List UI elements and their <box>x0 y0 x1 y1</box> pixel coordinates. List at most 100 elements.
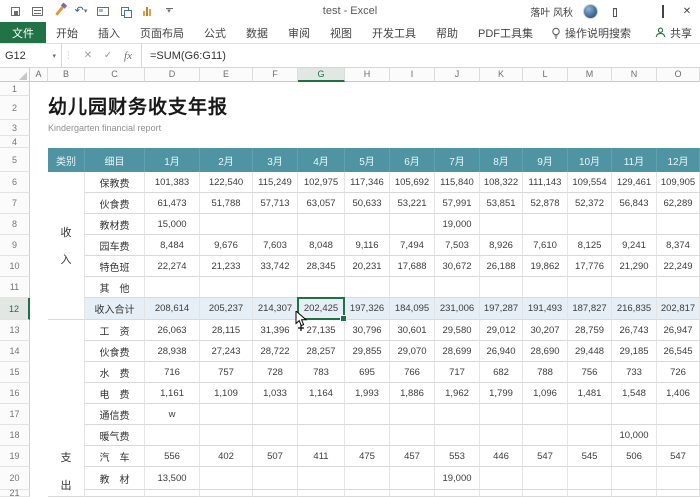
row-header-11[interactable]: 11 <box>0 277 30 298</box>
data-cell[interactable]: 197,287 <box>480 298 523 320</box>
data-cell[interactable] <box>145 490 200 497</box>
data-cell[interactable]: 733 <box>612 362 657 383</box>
table-view-icon[interactable] <box>28 3 46 19</box>
category-cell-expense[interactable]: 支出 <box>48 320 85 497</box>
insert-function-icon[interactable]: fx <box>119 50 137 62</box>
data-cell[interactable] <box>657 490 700 497</box>
data-cell[interactable]: 21,233 <box>200 256 253 277</box>
data-cell[interactable]: 29,855 <box>345 341 390 362</box>
undo-icon[interactable]: ↶ ▾ <box>72 3 90 19</box>
data-cell[interactable]: 214,307 <box>253 298 298 320</box>
data-cell[interactable]: 1,799 <box>480 383 523 404</box>
data-cell[interactable] <box>568 404 612 425</box>
data-cell[interactable]: 556 <box>145 446 200 467</box>
data-cell[interactable]: 553 <box>435 446 480 467</box>
data-cell[interactable]: 19,000 <box>435 467 480 490</box>
data-cell[interactable]: 7,610 <box>523 235 568 256</box>
data-cell[interactable] <box>345 214 390 235</box>
name-box-caret-icon[interactable]: ▾ <box>52 52 56 60</box>
data-cell[interactable] <box>523 490 568 497</box>
data-cell[interactable]: 29,580 <box>435 320 480 341</box>
row-header-17[interactable]: 17 <box>0 404 30 425</box>
data-cell[interactable]: 115,840 <box>435 172 480 193</box>
data-cell[interactable]: 26,545 <box>657 341 700 362</box>
data-cell[interactable]: 129,461 <box>612 172 657 193</box>
data-cell[interactable] <box>145 425 200 446</box>
data-cell[interactable]: 506 <box>612 446 657 467</box>
tab-developer[interactable]: 开发工具 <box>362 22 426 43</box>
table-header-month-12[interactable]: 12月 <box>657 148 700 172</box>
data-cell[interactable]: 28,759 <box>568 320 612 341</box>
data-cell[interactable]: 28,699 <box>435 341 480 362</box>
data-cell[interactable]: 52,372 <box>568 193 612 214</box>
name-box[interactable]: G12 ▾ <box>0 44 62 67</box>
item-cell[interactable]: 电 费 <box>85 383 145 404</box>
maximize-button[interactable] <box>656 6 670 17</box>
row-header-10[interactable]: 10 <box>0 256 30 277</box>
data-cell[interactable]: 547 <box>523 446 568 467</box>
data-cell[interactable]: w <box>145 404 200 425</box>
data-cell[interactable]: 51,788 <box>200 193 253 214</box>
item-cell[interactable]: 伙食费 <box>85 341 145 362</box>
data-cell[interactable]: 8,926 <box>480 235 523 256</box>
data-cell[interactable]: 26,188 <box>480 256 523 277</box>
data-cell[interactable] <box>612 277 657 298</box>
chart-icon[interactable] <box>138 3 156 19</box>
tab-file[interactable]: 文件 <box>0 22 46 43</box>
data-cell[interactable] <box>568 490 612 497</box>
column-header-F[interactable]: F <box>253 68 298 82</box>
data-cell[interactable]: 682 <box>480 362 523 383</box>
data-cell[interactable] <box>145 277 200 298</box>
row-header-13[interactable]: 13 <box>0 320 30 341</box>
column-header-M[interactable]: M <box>568 68 612 82</box>
data-cell[interactable]: 30,207 <box>523 320 568 341</box>
tab-help[interactable]: 帮助 <box>426 22 468 43</box>
data-cell[interactable] <box>568 425 612 446</box>
data-cell[interactable]: 187,827 <box>568 298 612 320</box>
data-cell[interactable] <box>657 404 700 425</box>
table-header-month-2[interactable]: 2月 <box>200 148 253 172</box>
item-cell[interactable]: 园车费 <box>85 235 145 256</box>
data-cell[interactable]: 788 <box>523 362 568 383</box>
data-cell[interactable] <box>345 277 390 298</box>
data-cell[interactable]: 29,185 <box>612 341 657 362</box>
data-cell[interactable]: 122,540 <box>200 172 253 193</box>
data-cell[interactable] <box>253 214 298 235</box>
data-cell[interactable]: 111,143 <box>523 172 568 193</box>
row-header-5[interactable]: 5 <box>0 148 30 172</box>
data-cell[interactable]: 28,938 <box>145 341 200 362</box>
data-cell[interactable] <box>200 404 253 425</box>
column-header-C[interactable]: C <box>85 68 145 82</box>
data-cell[interactable]: 9,241 <box>612 235 657 256</box>
item-cell[interactable]: 通信费 <box>85 404 145 425</box>
data-cell[interactable]: 216,835 <box>612 298 657 320</box>
data-cell[interactable] <box>298 277 345 298</box>
data-cell[interactable]: 29,070 <box>390 341 435 362</box>
data-cell[interactable]: 446 <box>480 446 523 467</box>
data-cell[interactable] <box>480 467 523 490</box>
row-header-4[interactable]: 4 <box>0 136 30 148</box>
row-header-7[interactable]: 7 <box>0 193 30 214</box>
tab-data[interactable]: 数据 <box>236 22 278 43</box>
data-cell[interactable]: 56,843 <box>612 193 657 214</box>
table-header-month-6[interactable]: 6月 <box>390 148 435 172</box>
data-cell[interactable] <box>568 467 612 490</box>
data-cell[interactable]: 57,991 <box>435 193 480 214</box>
data-cell[interactable]: 191,493 <box>523 298 568 320</box>
data-cell[interactable] <box>345 467 390 490</box>
data-cell[interactable] <box>523 467 568 490</box>
row-header-19[interactable]: 19 <box>0 446 30 467</box>
data-cell[interactable] <box>612 214 657 235</box>
table-header-month-10[interactable]: 10月 <box>568 148 612 172</box>
data-cell[interactable] <box>200 214 253 235</box>
data-cell[interactable] <box>253 277 298 298</box>
data-cell[interactable] <box>435 404 480 425</box>
data-cell[interactable]: 53,851 <box>480 193 523 214</box>
data-cell[interactable] <box>200 490 253 497</box>
data-cell[interactable]: 102,975 <box>298 172 345 193</box>
data-cell[interactable]: 30,796 <box>345 320 390 341</box>
row-header-3[interactable]: 3 <box>0 120 30 136</box>
data-cell[interactable]: 20,231 <box>345 256 390 277</box>
select-all-corner[interactable] <box>0 68 30 82</box>
data-cell[interactable]: 22,249 <box>657 256 700 277</box>
